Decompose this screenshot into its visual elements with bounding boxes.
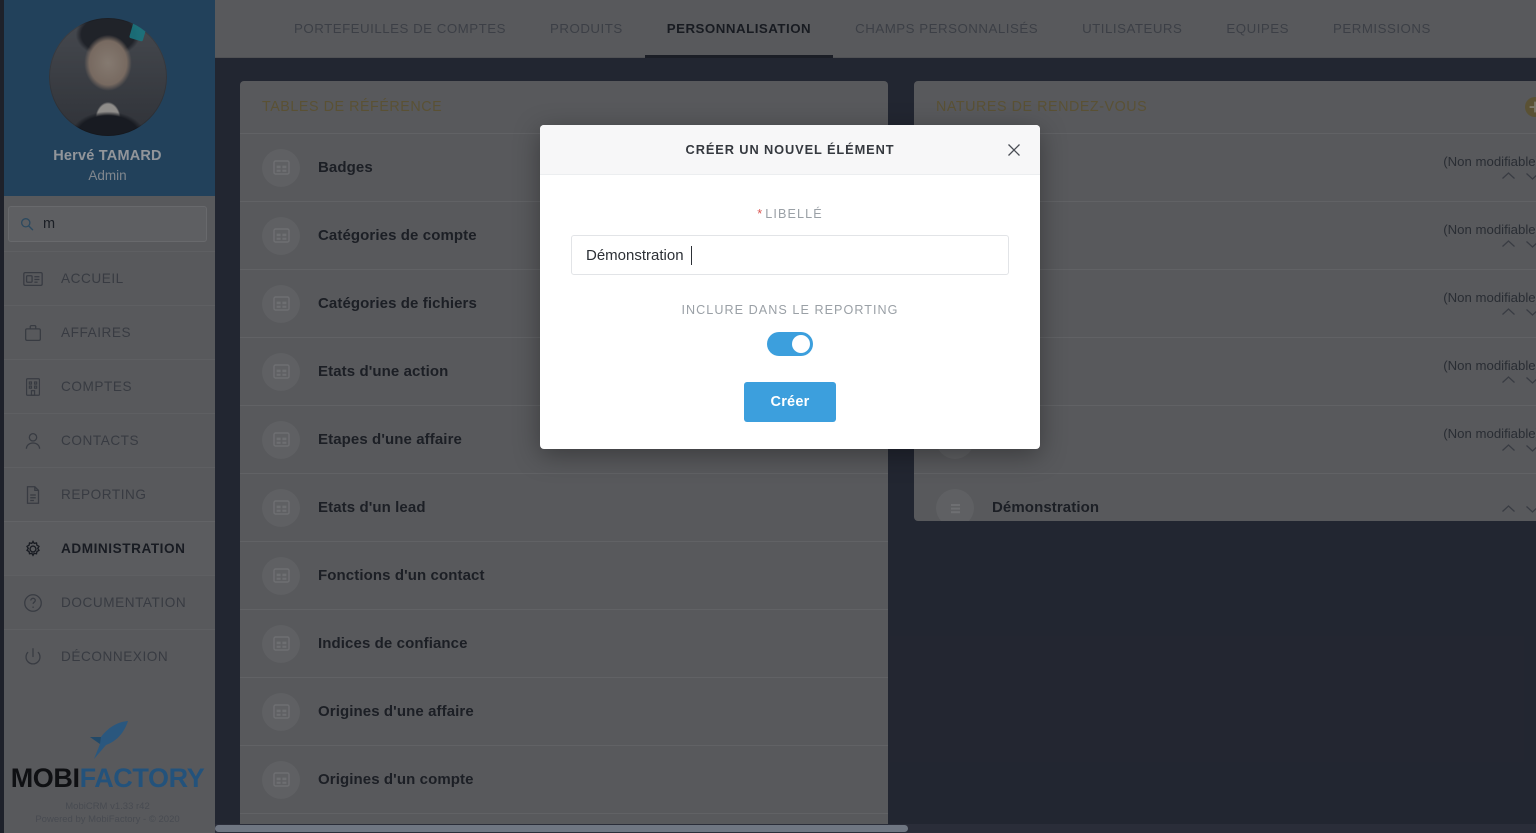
field-label-text: LIBELLÉ — [765, 207, 822, 221]
close-icon[interactable] — [1004, 140, 1024, 160]
horizontal-scrollbar[interactable] — [215, 824, 1536, 833]
create-element-modal: CRÉER UN NOUVEL ÉLÉMENT *LIBELLÉ Démonst… — [540, 125, 1040, 449]
create-button[interactable]: Créer — [744, 382, 837, 422]
libelle-input[interactable]: Démonstration — [571, 235, 1009, 275]
reporting-toggle-wrapper — [571, 332, 1009, 356]
libelle-input-value: Démonstration — [586, 247, 684, 264]
app-root: Hervé TAMARD Admin m — [0, 0, 1536, 833]
horizontal-scrollbar-thumb[interactable] — [215, 825, 908, 832]
modal-body: *LIBELLÉ Démonstration INCLURE DANS LE R… — [540, 175, 1040, 449]
modal-header: CRÉER UN NOUVEL ÉLÉMENT — [540, 125, 1040, 175]
required-marker: * — [757, 207, 763, 221]
modal-actions: Créer — [571, 382, 1009, 422]
text-caret — [691, 246, 692, 265]
libelle-field-label: *LIBELLÉ — [571, 207, 1009, 221]
toggle-knob — [792, 335, 810, 353]
reporting-toggle[interactable] — [767, 332, 813, 356]
modal-title: CRÉER UN NOUVEL ÉLÉMENT — [686, 142, 895, 157]
reporting-toggle-label: INCLURE DANS LE REPORTING — [571, 303, 1009, 317]
